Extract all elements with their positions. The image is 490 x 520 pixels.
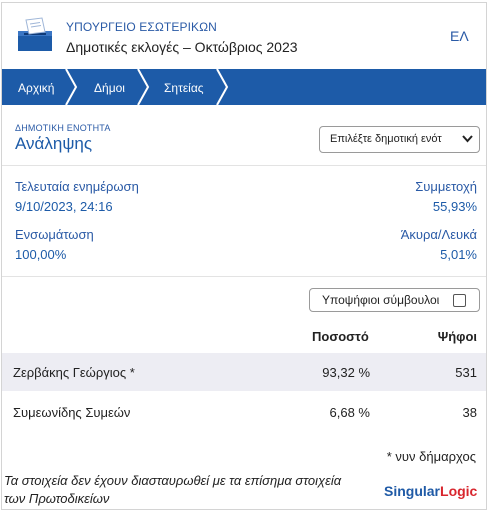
disclaimer-text: Τα στοιχεία δεν έχουν διασταυρωθεί με τα… (4, 473, 342, 506)
ballot-box-icon (18, 17, 52, 51)
table-row: Συμεωνίδης Συμεών 6,68 % 38 (2, 393, 486, 431)
council-candidates-label: Υποψήφιοι σύμβουλοι (322, 293, 440, 307)
invalid-blank-value: 5,01% (440, 247, 477, 262)
last-update-value: 9/10/2023, 24:16 (15, 199, 113, 214)
brand-part-logic: Logic (440, 483, 478, 499)
last-update-label: Τελευταία ενημέρωση (15, 179, 139, 194)
election-title: Δημοτικές εκλογές – Οκτώβριος 2023 (66, 39, 298, 55)
breadcrumb-separator-icon (216, 69, 229, 105)
breadcrumb-separator-icon (137, 69, 150, 105)
column-header-percent: Ποσοστό (312, 329, 369, 344)
unit-caption: ΔΗΜΟΤΙΚΗ ΕΝΟΤΗΤΑ (15, 123, 111, 133)
turnout-value: 55,93% (432, 199, 477, 214)
candidate-percent: 6,68 % (329, 405, 370, 420)
language-switch[interactable]: ΕΛ (450, 28, 469, 44)
results-widget: ΥΠΟΥΡΓΕΙΟ ΕΣΩΤΕΡΙΚΩΝ Δημοτικές εκλογές –… (1, 2, 487, 510)
candidate-name: Συμεωνίδης Συμεών (13, 405, 131, 420)
ministry-name: ΥΠΟΥΡΓΕΙΟ ΕΣΩΤΕΡΙΚΩΝ (66, 20, 217, 34)
candidate-name: Ζερβάκης Γεώργιος * (13, 365, 135, 380)
invalid-blank-label: Άκυρα/Λευκά (400, 227, 477, 242)
candidate-votes: 531 (455, 365, 477, 380)
candidate-votes: 38 (462, 405, 477, 420)
breadcrumb-municipalities[interactable]: Δήμοι (94, 81, 125, 95)
integration-label: Ενσωμάτωση (15, 227, 94, 242)
integration-value: 100,00% (15, 247, 67, 262)
breadcrumb: Αρχική Δήμοι Σητείας (2, 69, 486, 105)
council-candidates-checkbox[interactable] (453, 294, 466, 307)
council-candidates-toggle[interactable]: Υποψήφιοι σύμβουλοι (309, 288, 480, 312)
turnout-label: Συμμετοχή (415, 179, 477, 194)
chevron-down-icon (462, 135, 473, 143)
current-mayor-note: * νυν δήμαρχος (386, 449, 476, 464)
breadcrumb-home[interactable]: Αρχική (18, 81, 54, 95)
column-header-votes: Ψήφοι (437, 329, 477, 344)
candidate-percent: 93,32 % (322, 365, 370, 380)
header: ΥΠΟΥΡΓΕΙΟ ΕΣΩΤΕΡΙΚΩΝ Δημοτικές εκλογές –… (2, 3, 486, 67)
divider (2, 276, 486, 277)
unit-select-value: Επιλέξτε δημοτική ενότ (330, 133, 442, 145)
divider (2, 165, 486, 166)
breadcrumb-municipality[interactable]: Σητείας (164, 81, 204, 95)
singularlogic-logo[interactable]: SingularLogic (384, 483, 477, 499)
breadcrumb-separator-icon (65, 69, 78, 105)
unit-name: Ανάληψης (15, 134, 93, 153)
unit-select[interactable]: Επιλέξτε δημοτική ενότ (319, 126, 480, 153)
brand-part-singular: Singular (384, 483, 441, 499)
table-row: Ζερβάκης Γεώργιος * 93,32 % 531 (2, 353, 486, 391)
